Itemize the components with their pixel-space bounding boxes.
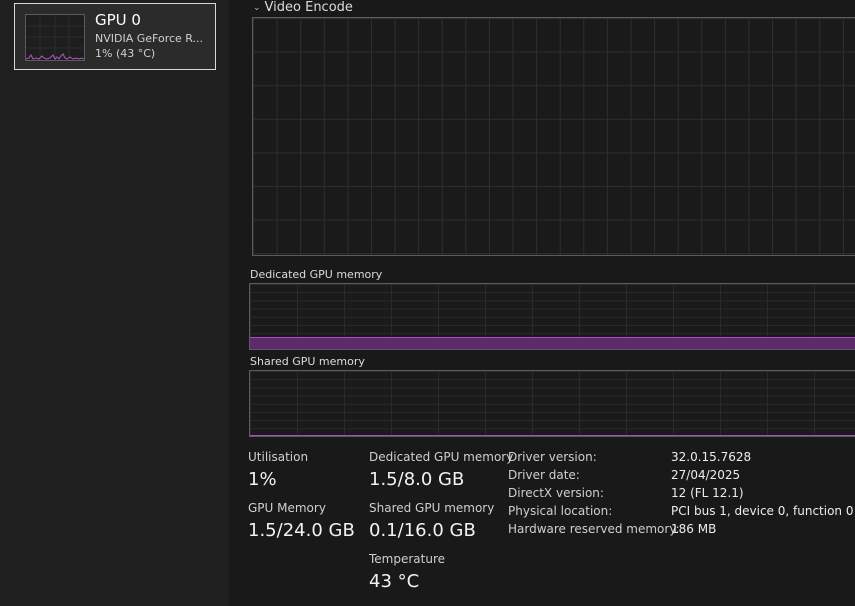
- directx-version-value: 12 (FL 12.1): [671, 486, 744, 500]
- shared-memory-graph-label: Shared GPU memory: [250, 355, 365, 368]
- physical-location-value: PCI bus 1, device 0, function 0: [671, 504, 854, 518]
- hardware-reserved-value: 186 MB: [671, 522, 717, 536]
- sidebar-divider: [229, 0, 237, 606]
- shared-memory-fill: [250, 435, 855, 436]
- shared-memory-graph: [249, 370, 855, 437]
- main-panel: ⌄ Video Encode Dedicated GPU memory Share…: [237, 0, 855, 606]
- driver-version-key: Driver version:: [508, 450, 597, 464]
- driver-date-value: 27/04/2025: [671, 468, 741, 482]
- dedicated-memory-value: 1.5/8.0 GB: [369, 469, 465, 490]
- device-value: 1% (43 °C): [95, 47, 156, 60]
- device-subtitle: NVIDIA GeForce R...: [95, 32, 204, 45]
- hardware-reserved-key: Hardware reserved memory:: [508, 522, 680, 536]
- gpu-thumbnail-sparkline: [26, 15, 84, 60]
- dedicated-memory-graph: [249, 283, 855, 350]
- dedicated-memory-graph-label: Dedicated GPU memory: [250, 268, 383, 281]
- dedicated-memory-fill: [250, 337, 855, 349]
- task-manager-gpu-page: GPU 0 NVIDIA GeForce R... 1% (43 °C) ⌄ Vi…: [0, 0, 855, 606]
- chevron-down-icon: ⌄: [253, 3, 261, 13]
- shared-memory-value: 0.1/16.0 GB: [369, 520, 476, 541]
- gpu-thumbnail-graph: [25, 14, 85, 61]
- video-encode-header[interactable]: ⌄ Video Encode: [253, 0, 353, 15]
- gpu-memory-label: GPU Memory: [248, 501, 326, 515]
- utilisation-value: 1%: [248, 469, 277, 490]
- temperature-value: 43 °C: [369, 571, 420, 592]
- physical-location-key: Physical location:: [508, 504, 613, 518]
- driver-version-value: 32.0.15.7628: [671, 450, 752, 464]
- sidebar-item-gpu-0[interactable]: GPU 0 NVIDIA GeForce R... 1% (43 °C): [14, 3, 216, 70]
- device-title: GPU 0: [95, 11, 141, 29]
- dedicated-memory-label: Dedicated GPU memory: [369, 450, 514, 464]
- sidebar: GPU 0 NVIDIA GeForce R... 1% (43 °C): [0, 0, 229, 606]
- driver-date-key: Driver date:: [508, 468, 580, 482]
- video-encode-graph: [252, 17, 855, 256]
- directx-version-key: DirectX version:: [508, 486, 604, 500]
- utilisation-label: Utilisation: [248, 450, 309, 464]
- shared-memory-label: Shared GPU memory: [369, 501, 495, 515]
- gpu-memory-value: 1.5/24.0 GB: [248, 520, 355, 541]
- temperature-label: Temperature: [369, 552, 446, 566]
- video-encode-label: Video Encode: [264, 0, 353, 15]
